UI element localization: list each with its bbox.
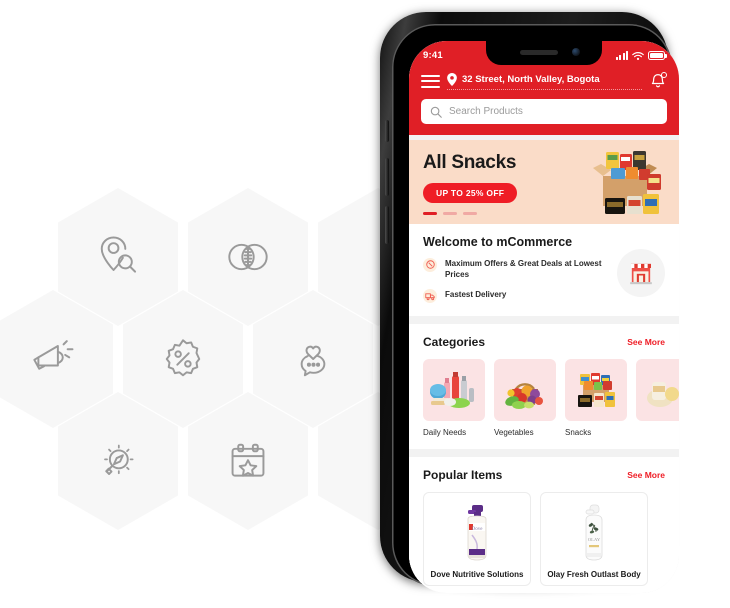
earpiece-speaker	[520, 50, 558, 55]
snacks-box-image	[565, 359, 627, 422]
welcome-card: Welcome to mCommerce Maximum Offers & Gr…	[409, 223, 679, 317]
olay-bottle-image: OLAY	[547, 501, 641, 563]
categories-title: Categories	[423, 335, 486, 350]
popular-items-list[interactable]: Dove Dove Nutritive Solutions OLAY Olay …	[423, 492, 665, 587]
phone-screen: 9:41 32 Street, North Valley, Bogota Sea…	[409, 41, 679, 593]
notification-badge	[661, 72, 667, 78]
location-pin-icon	[447, 72, 457, 86]
carousel-dot-1[interactable]	[423, 212, 437, 215]
category-label: Daily Needs	[423, 428, 467, 438]
address-selector[interactable]: 32 Street, North Valley, Bogota	[447, 72, 642, 90]
categories-header: Categories See More	[423, 335, 665, 349]
phone-mockup: 9:41 32 Street, North Valley, Bogota Sea…	[372, 4, 679, 595]
storefront-icon	[617, 248, 665, 297]
category-label: Snacks	[565, 428, 592, 438]
notification-bell-button[interactable]	[649, 72, 667, 90]
categories-section: Categories See More Daily Needs Vegetabl…	[409, 324, 679, 450]
popular-items-header: Popular Items See More	[423, 468, 665, 482]
front-camera	[572, 48, 580, 56]
carousel-dot-3[interactable]	[463, 212, 477, 215]
volume-up-button[interactable]	[385, 158, 389, 196]
volume-down-button[interactable]	[385, 206, 389, 244]
search-placeholder: Search Products	[449, 106, 523, 117]
category-item-snacks[interactable]: Snacks	[565, 359, 627, 437]
svg-text:OLAY: OLAY	[588, 537, 601, 542]
delivery-truck-icon	[423, 289, 437, 304]
categories-list[interactable]: Daily Needs Vegetables Snacks	[423, 359, 679, 437]
notch	[486, 41, 602, 65]
feature-row-offers: Maximum Offers & Great Deals at Lowest P…	[423, 257, 611, 281]
nav-row: 32 Street, North Valley, Bogota	[421, 72, 667, 90]
feature-text-delivery: Fastest Delivery	[445, 290, 507, 300]
category-label: Vegetables	[494, 428, 534, 438]
screenshot-root: 9:41 32 Street, North Valley, Bogota Sea…	[0, 0, 730, 608]
mute-switch[interactable]	[385, 120, 389, 142]
search-icon	[430, 106, 442, 118]
carousel-dots[interactable]	[423, 212, 665, 215]
category-item-vegetables[interactable]: Vegetables	[494, 359, 556, 437]
popular-items-section: Popular Items See More Dove Dove Nutriti…	[409, 457, 679, 593]
mcommerce-app: 9:41 32 Street, North Valley, Bogota Sea…	[409, 41, 679, 593]
status-time: 9:41	[423, 50, 443, 61]
daily-needs-image	[423, 359, 485, 422]
promo-title: All Snacks	[423, 152, 517, 173]
category-item-partial[interactable]	[636, 359, 679, 437]
heart-chat-icon	[300, 345, 326, 377]
feature-text-offers: Maximum Offers & Great Deals at Lowest P…	[445, 258, 602, 279]
welcome-title: Welcome to mCommerce	[423, 234, 573, 249]
phone-frame: 9:41 32 Street, North Valley, Bogota Sea…	[380, 12, 679, 593]
hamburger-menu-icon[interactable]	[421, 74, 440, 88]
popular-items-title: Popular Items	[423, 468, 503, 483]
product-name: Olay Fresh Outlast Body	[547, 570, 641, 580]
dove-bottle-image: Dove	[430, 501, 524, 563]
calendar-star-icon	[231, 443, 265, 477]
categories-see-more-link[interactable]: See More	[627, 337, 665, 347]
battery-full-icon	[648, 51, 667, 60]
hexagon-honeycomb	[0, 0, 438, 608]
carousel-dot-2[interactable]	[443, 212, 457, 215]
location-search-icon	[100, 236, 137, 273]
product-card-olay[interactable]: OLAY Olay Fresh Outlast Body	[540, 492, 648, 587]
category-item-daily-needs[interactable]: Daily Needs	[423, 359, 485, 437]
app-scroll-area[interactable]: All Snacks UP TO 25% OFF Welcome to mCom…	[409, 140, 679, 593]
discount-badge-icon	[165, 339, 201, 377]
vegetables-basket-image	[494, 359, 556, 422]
megaphone-icon	[33, 340, 74, 370]
popular-see-more-link[interactable]: See More	[627, 470, 665, 480]
wifi-icon	[632, 51, 644, 60]
promo-banner[interactable]: All Snacks UP TO 25% OFF	[409, 140, 679, 224]
svg-text:Dove: Dove	[472, 527, 484, 532]
partial-category-image	[636, 359, 679, 422]
phone-bezel: 9:41 32 Street, North Valley, Bogota Sea…	[392, 24, 679, 593]
venn-circles-icon	[228, 243, 268, 271]
compass-search-icon	[104, 444, 134, 475]
feature-row-delivery: Fastest Delivery	[423, 289, 611, 304]
address-text: 32 Street, North Valley, Bogota	[462, 73, 600, 85]
search-input[interactable]: Search Products	[421, 99, 667, 124]
promo-offer-button[interactable]: UP TO 25% OFF	[423, 183, 518, 203]
cellular-bars-icon	[616, 51, 628, 60]
offer-tag-icon	[423, 257, 437, 272]
status-icons	[616, 51, 667, 61]
product-name: Dove Nutritive Solutions	[430, 570, 524, 580]
product-card-dove[interactable]: Dove Dove Nutritive Solutions	[423, 492, 531, 587]
